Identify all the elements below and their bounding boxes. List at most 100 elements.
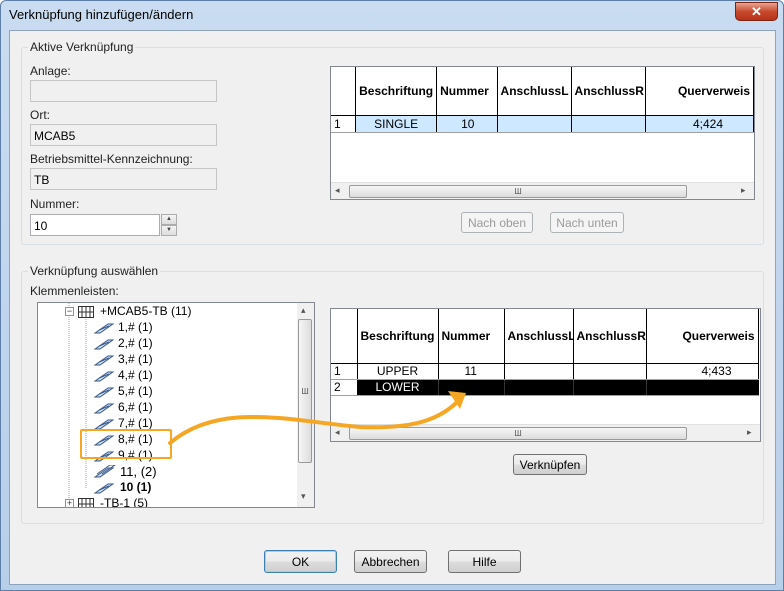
- tree-node-label: +MCAB5-TB (11): [100, 304, 192, 318]
- active-link-table: Beschriftung Nummer AnschlussL Anschluss…: [331, 67, 754, 133]
- scroll-right-icon[interactable]: ▸: [747, 427, 752, 438]
- window-title: Verknüpfung hinzufügen/ändern: [9, 7, 194, 22]
- nummer-down-button[interactable]: ▼: [161, 225, 177, 236]
- title-bar[interactable]: Verknüpfung hinzufügen/ändern ✕: [1, 1, 783, 29]
- scroll-left-icon[interactable]: ◂: [335, 427, 340, 438]
- col-anschlussl[interactable]: AnschlussL: [497, 67, 572, 116]
- tree-node-terminal[interactable]: 4,# (1): [94, 368, 244, 384]
- nummer-label: Nummer:: [30, 197, 80, 211]
- tree-node-strip[interactable]: − +MCAB5-TB (11): [64, 304, 264, 320]
- terminal-icon: [94, 323, 114, 334]
- dialog-window: Verknüpfung hinzufügen/ändern ✕ Aktive V…: [0, 0, 784, 591]
- ok-button[interactable]: OK: [264, 550, 337, 573]
- table-row[interactable]: 1 SINGLE 10 4;424: [331, 115, 754, 133]
- cell-querverweis[interactable]: 4;424: [645, 115, 754, 133]
- cell-anschlussl[interactable]: [497, 115, 572, 133]
- tree-node-terminal[interactable]: 10 (1): [94, 480, 244, 496]
- terminal-icon: [94, 403, 114, 414]
- cell-beschriftung[interactable]: SINGLE: [355, 115, 438, 133]
- tree-node-terminal-multi[interactable]: 11, (2): [94, 464, 244, 480]
- row-index: 1: [331, 115, 357, 133]
- tree-node-terminal[interactable]: 6,# (1): [94, 400, 244, 416]
- col-beschriftung[interactable]: Beschriftung: [355, 67, 438, 116]
- annotation-highlight-box: [80, 429, 172, 459]
- nummer-up-button[interactable]: ▲: [161, 214, 177, 225]
- table-row[interactable]: 1 UPPER 11 4;433: [331, 363, 759, 380]
- terminal-strip-icon: [78, 306, 94, 318]
- move-up-button[interactable]: Nach oben: [461, 212, 533, 233]
- terminal-icon: [94, 339, 114, 350]
- col-nummer[interactable]: Nummer: [438, 309, 505, 364]
- tree-node-label: 6,# (1): [118, 400, 153, 414]
- select-link-legend: Verknüpfung auswählen: [28, 264, 161, 278]
- cell-anschlussr[interactable]: [571, 115, 646, 133]
- tree-node-terminal[interactable]: 5,# (1): [94, 384, 244, 400]
- col-anschlussr[interactable]: AnschlussR: [571, 67, 646, 116]
- cell-beschriftung[interactable]: LOWER: [357, 379, 439, 396]
- cell-beschriftung[interactable]: UPPER: [357, 363, 439, 380]
- terminal-icon: [94, 483, 114, 494]
- col-beschriftung[interactable]: Beschriftung: [357, 309, 439, 364]
- col-anschlussr[interactable]: AnschlussR: [573, 309, 647, 364]
- anlage-label: Anlage:: [30, 64, 71, 78]
- row-header-corner: [331, 309, 358, 364]
- col-querverweis[interactable]: Querverweis: [645, 67, 754, 116]
- tree-vscroll[interactable]: ▴ Ш ▾: [297, 303, 314, 507]
- terminal-strip-icon: [78, 498, 94, 507]
- col-querverweis[interactable]: Querverweis: [646, 309, 759, 364]
- row-header-corner: [331, 67, 357, 116]
- tree-node-label: 2,# (1): [118, 336, 153, 350]
- tree-node-label: 1,# (1): [118, 320, 153, 334]
- select-link-grid[interactable]: Beschriftung Nummer AnschlussL Anschluss…: [330, 308, 761, 442]
- col-anschlussl[interactable]: AnschlussL: [504, 309, 574, 364]
- nummer-input[interactable]: 10: [30, 214, 160, 236]
- move-down-button[interactable]: Nach unten: [550, 212, 624, 233]
- scroll-thumb[interactable]: Ш: [349, 427, 687, 440]
- table-header-row: Beschriftung Nummer AnschlussL Anschluss…: [331, 309, 759, 364]
- collapse-icon[interactable]: −: [65, 307, 74, 316]
- tree-node-label: 3,# (1): [118, 352, 153, 366]
- cell-anschlussl[interactable]: [504, 363, 574, 380]
- expand-icon[interactable]: +: [65, 499, 74, 507]
- active-grid-hscroll[interactable]: ◂ Ш ▸: [331, 182, 754, 199]
- cell-querverweis[interactable]: 4;433: [646, 363, 759, 380]
- ort-field: MCAB5: [30, 124, 217, 146]
- tree-node-strip[interactable]: + -TB-1 (5): [64, 496, 264, 507]
- scroll-right-icon[interactable]: ▸: [741, 185, 746, 196]
- active-link-group: Aktive Verknüpfung Anlage: Ort: MCAB5 Be…: [21, 40, 764, 245]
- tree-node-terminal[interactable]: 2,# (1): [94, 336, 244, 352]
- scroll-down-icon[interactable]: ▾: [301, 491, 306, 502]
- cell-anschlussr[interactable]: [573, 379, 647, 396]
- scroll-left-icon[interactable]: ◂: [335, 185, 340, 196]
- scroll-thumb[interactable]: Ш: [298, 319, 312, 463]
- help-button[interactable]: Hilfe: [448, 550, 521, 573]
- close-button[interactable]: ✕: [735, 2, 778, 21]
- cell-nummer[interactable]: [438, 379, 505, 396]
- active-link-legend: Aktive Verknüpfung: [28, 40, 136, 54]
- link-button[interactable]: Verknüpfen: [513, 454, 587, 475]
- select-link-group: Verknüpfung auswählen Klemmenleisten: −: [21, 264, 764, 524]
- tree-node-terminal[interactable]: 3,# (1): [94, 352, 244, 368]
- terminal-strips-label: Klemmenleisten:: [30, 284, 119, 298]
- cell-nummer[interactable]: 10: [436, 115, 498, 133]
- table-row-selected[interactable]: 2 LOWER: [331, 379, 759, 396]
- cell-querverweis[interactable]: [646, 379, 759, 396]
- select-link-table: Beschriftung Nummer AnschlussL Anschluss…: [331, 309, 759, 396]
- scroll-thumb[interactable]: Ш: [349, 185, 687, 198]
- active-link-grid[interactable]: Beschriftung Nummer AnschlussL Anschluss…: [330, 66, 755, 200]
- tree-node-terminal[interactable]: 1,# (1): [94, 320, 244, 336]
- cell-anschlussl[interactable]: [504, 379, 574, 396]
- multi-terminal-icon: [94, 465, 116, 478]
- row-index: 1: [331, 363, 358, 380]
- tree-node-label: 11, (2): [120, 464, 157, 479]
- terminal-strip-tree[interactable]: − +MCAB5-TB (11) 1,# (1) 2,# (1) 3,# (1)…: [37, 302, 315, 508]
- scroll-up-icon[interactable]: ▴: [301, 305, 306, 316]
- cell-anschlussr[interactable]: [573, 363, 647, 380]
- select-grid-hscroll[interactable]: ◂ Ш ▸: [331, 424, 760, 441]
- ort-label: Ort:: [30, 108, 50, 122]
- terminal-icon: [94, 387, 114, 398]
- cell-nummer[interactable]: 11: [438, 363, 505, 380]
- tree-node-label: 10 (1): [120, 480, 152, 494]
- col-nummer[interactable]: Nummer: [436, 67, 498, 116]
- cancel-button[interactable]: Abbrechen: [354, 550, 427, 573]
